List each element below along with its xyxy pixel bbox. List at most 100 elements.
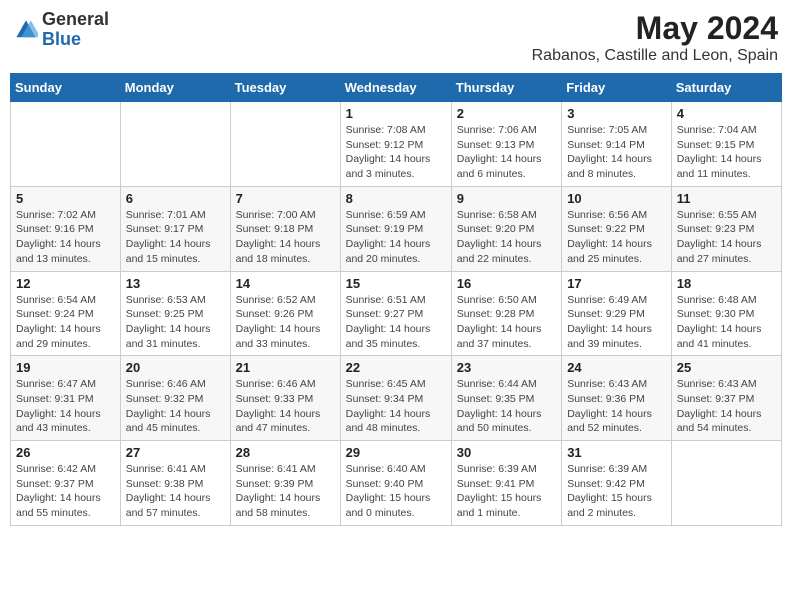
logo-general-text: General bbox=[42, 10, 109, 30]
day-number: 24 bbox=[567, 360, 666, 375]
day-number: 17 bbox=[567, 276, 666, 291]
table-row: 8 Sunrise: 6:59 AM Sunset: 9:19 PM Daylig… bbox=[340, 186, 451, 271]
day-number: 5 bbox=[16, 191, 115, 206]
header-sunday: Sunday bbox=[11, 74, 121, 102]
day-number: 26 bbox=[16, 445, 115, 460]
title-area: May 2024 Rabanos, Castille and Leon, Spa… bbox=[532, 10, 778, 65]
calendar-week-row: 5 Sunrise: 7:02 AM Sunset: 9:16 PM Daylig… bbox=[11, 186, 782, 271]
title-month: May 2024 bbox=[532, 10, 778, 47]
table-row: 9 Sunrise: 6:58 AM Sunset: 9:20 PM Daylig… bbox=[451, 186, 561, 271]
calendar-week-row: 19Sunrise: 6:47 AM Sunset: 9:31 PM Dayli… bbox=[11, 356, 782, 441]
day-info: Sunrise: 6:48 AM Sunset: 9:30 PM Dayligh… bbox=[677, 293, 776, 352]
day-info: Sunrise: 6:39 AM Sunset: 9:41 PM Dayligh… bbox=[457, 462, 556, 521]
day-number: 10 bbox=[567, 191, 666, 206]
day-info: Sunrise: 6:46 AM Sunset: 9:32 PM Dayligh… bbox=[126, 377, 225, 436]
logo: General Blue bbox=[14, 10, 109, 50]
day-info: Sunrise: 7:04 AM Sunset: 9:15 PM Dayligh… bbox=[677, 123, 776, 182]
logo-icon bbox=[14, 18, 38, 42]
calendar-header-row: Sunday Monday Tuesday Wednesday Thursday… bbox=[11, 74, 782, 102]
day-number: 1 bbox=[346, 106, 446, 121]
table-row: 2 Sunrise: 7:06 AM Sunset: 9:13 PM Daylig… bbox=[451, 102, 561, 187]
calendar-week-row: 26 Sunrise: 6:42 AM Sunset: 9:37 PM Dayli… bbox=[11, 441, 782, 526]
day-info: Sunrise: 6:52 AM Sunset: 9:26 PM Dayligh… bbox=[236, 293, 335, 352]
table-row: 14 Sunrise: 6:52 AM Sunset: 9:26 PM Dayli… bbox=[230, 271, 340, 356]
header-friday: Friday bbox=[562, 74, 672, 102]
table-row: 26 Sunrise: 6:42 AM Sunset: 9:37 PM Dayli… bbox=[11, 441, 121, 526]
table-row: 10 Sunrise: 6:56 AM Sunset: 9:22 PM Dayli… bbox=[562, 186, 672, 271]
day-info: Sunrise: 6:56 AM Sunset: 9:22 PM Dayligh… bbox=[567, 208, 666, 267]
table-row: 29 Sunrise: 6:40 AM Sunset: 9:40 PM Dayli… bbox=[340, 441, 451, 526]
day-number: 14 bbox=[236, 276, 335, 291]
header-tuesday: Tuesday bbox=[230, 74, 340, 102]
day-info: Sunrise: 6:46 AM Sunset: 9:33 PM Dayligh… bbox=[236, 377, 335, 436]
header-saturday: Saturday bbox=[671, 74, 781, 102]
day-number: 15 bbox=[346, 276, 446, 291]
day-number: 13 bbox=[126, 276, 225, 291]
table-row: 17 Sunrise: 6:49 AM Sunset: 9:29 PM Dayli… bbox=[562, 271, 672, 356]
table-row: 30 Sunrise: 6:39 AM Sunset: 9:41 PM Dayli… bbox=[451, 441, 561, 526]
day-info: Sunrise: 6:41 AM Sunset: 9:38 PM Dayligh… bbox=[126, 462, 225, 521]
day-info: Sunrise: 6:55 AM Sunset: 9:23 PM Dayligh… bbox=[677, 208, 776, 267]
day-info: Sunrise: 7:06 AM Sunset: 9:13 PM Dayligh… bbox=[457, 123, 556, 182]
title-location: Rabanos, Castille and Leon, Spain bbox=[532, 47, 778, 65]
table-row: 13 Sunrise: 6:53 AM Sunset: 9:25 PM Dayli… bbox=[120, 271, 230, 356]
table-row: 18Sunrise: 6:48 AM Sunset: 9:30 PM Dayli… bbox=[671, 271, 781, 356]
day-info: Sunrise: 6:49 AM Sunset: 9:29 PM Dayligh… bbox=[567, 293, 666, 352]
table-row: 4Sunrise: 7:04 AM Sunset: 9:15 PM Daylig… bbox=[671, 102, 781, 187]
day-number: 11 bbox=[677, 191, 776, 206]
day-info: Sunrise: 6:44 AM Sunset: 9:35 PM Dayligh… bbox=[457, 377, 556, 436]
day-number: 12 bbox=[16, 276, 115, 291]
table-row: 19Sunrise: 6:47 AM Sunset: 9:31 PM Dayli… bbox=[11, 356, 121, 441]
table-row: 11 Sunrise: 6:55 AM Sunset: 9:23 PM Dayli… bbox=[671, 186, 781, 271]
day-info: Sunrise: 6:58 AM Sunset: 9:20 PM Dayligh… bbox=[457, 208, 556, 267]
day-info: Sunrise: 6:40 AM Sunset: 9:40 PM Dayligh… bbox=[346, 462, 446, 521]
table-row: 20Sunrise: 6:46 AM Sunset: 9:32 PM Dayli… bbox=[120, 356, 230, 441]
day-info: Sunrise: 7:02 AM Sunset: 9:16 PM Dayligh… bbox=[16, 208, 115, 267]
day-number: 27 bbox=[126, 445, 225, 460]
day-info: Sunrise: 7:05 AM Sunset: 9:14 PM Dayligh… bbox=[567, 123, 666, 182]
table-row: 23 Sunrise: 6:44 AM Sunset: 9:35 PM Dayli… bbox=[451, 356, 561, 441]
table-row bbox=[671, 441, 781, 526]
day-number: 3 bbox=[567, 106, 666, 121]
table-row: 25 Sunrise: 6:43 AM Sunset: 9:37 PM Dayli… bbox=[671, 356, 781, 441]
table-row: 1 Sunrise: 7:08 AM Sunset: 9:12 PM Daylig… bbox=[340, 102, 451, 187]
table-row: 27 Sunrise: 6:41 AM Sunset: 9:38 PM Dayli… bbox=[120, 441, 230, 526]
day-info: Sunrise: 7:08 AM Sunset: 9:12 PM Dayligh… bbox=[346, 123, 446, 182]
table-row bbox=[230, 102, 340, 187]
table-row: 12Sunrise: 6:54 AM Sunset: 9:24 PM Dayli… bbox=[11, 271, 121, 356]
table-row: 31Sunrise: 6:39 AM Sunset: 9:42 PM Dayli… bbox=[562, 441, 672, 526]
day-info: Sunrise: 6:45 AM Sunset: 9:34 PM Dayligh… bbox=[346, 377, 446, 436]
day-number: 29 bbox=[346, 445, 446, 460]
day-number: 28 bbox=[236, 445, 335, 460]
logo-blue-text: Blue bbox=[42, 30, 109, 50]
calendar-week-row: 1 Sunrise: 7:08 AM Sunset: 9:12 PM Daylig… bbox=[11, 102, 782, 187]
calendar-table: Sunday Monday Tuesday Wednesday Thursday… bbox=[10, 73, 782, 526]
day-number: 30 bbox=[457, 445, 556, 460]
day-number: 23 bbox=[457, 360, 556, 375]
table-row: 22 Sunrise: 6:45 AM Sunset: 9:34 PM Dayli… bbox=[340, 356, 451, 441]
day-info: Sunrise: 7:00 AM Sunset: 9:18 PM Dayligh… bbox=[236, 208, 335, 267]
day-number: 21 bbox=[236, 360, 335, 375]
day-number: 8 bbox=[346, 191, 446, 206]
day-info: Sunrise: 6:42 AM Sunset: 9:37 PM Dayligh… bbox=[16, 462, 115, 521]
table-row: 24Sunrise: 6:43 AM Sunset: 9:36 PM Dayli… bbox=[562, 356, 672, 441]
table-row: 21 Sunrise: 6:46 AM Sunset: 9:33 PM Dayli… bbox=[230, 356, 340, 441]
day-number: 6 bbox=[126, 191, 225, 206]
day-number: 9 bbox=[457, 191, 556, 206]
day-info: Sunrise: 7:01 AM Sunset: 9:17 PM Dayligh… bbox=[126, 208, 225, 267]
table-row bbox=[11, 102, 121, 187]
table-row: 3 Sunrise: 7:05 AM Sunset: 9:14 PM Daylig… bbox=[562, 102, 672, 187]
day-info: Sunrise: 6:51 AM Sunset: 9:27 PM Dayligh… bbox=[346, 293, 446, 352]
day-number: 22 bbox=[346, 360, 446, 375]
header-thursday: Thursday bbox=[451, 74, 561, 102]
day-info: Sunrise: 6:43 AM Sunset: 9:37 PM Dayligh… bbox=[677, 377, 776, 436]
calendar-week-row: 12Sunrise: 6:54 AM Sunset: 9:24 PM Dayli… bbox=[11, 271, 782, 356]
day-info: Sunrise: 6:59 AM Sunset: 9:19 PM Dayligh… bbox=[346, 208, 446, 267]
table-row: 7Sunrise: 7:00 AM Sunset: 9:18 PM Daylig… bbox=[230, 186, 340, 271]
logo-text: General Blue bbox=[42, 10, 109, 50]
day-info: Sunrise: 6:53 AM Sunset: 9:25 PM Dayligh… bbox=[126, 293, 225, 352]
day-number: 2 bbox=[457, 106, 556, 121]
table-row: 16Sunrise: 6:50 AM Sunset: 9:28 PM Dayli… bbox=[451, 271, 561, 356]
day-number: 25 bbox=[677, 360, 776, 375]
day-info: Sunrise: 6:47 AM Sunset: 9:31 PM Dayligh… bbox=[16, 377, 115, 436]
